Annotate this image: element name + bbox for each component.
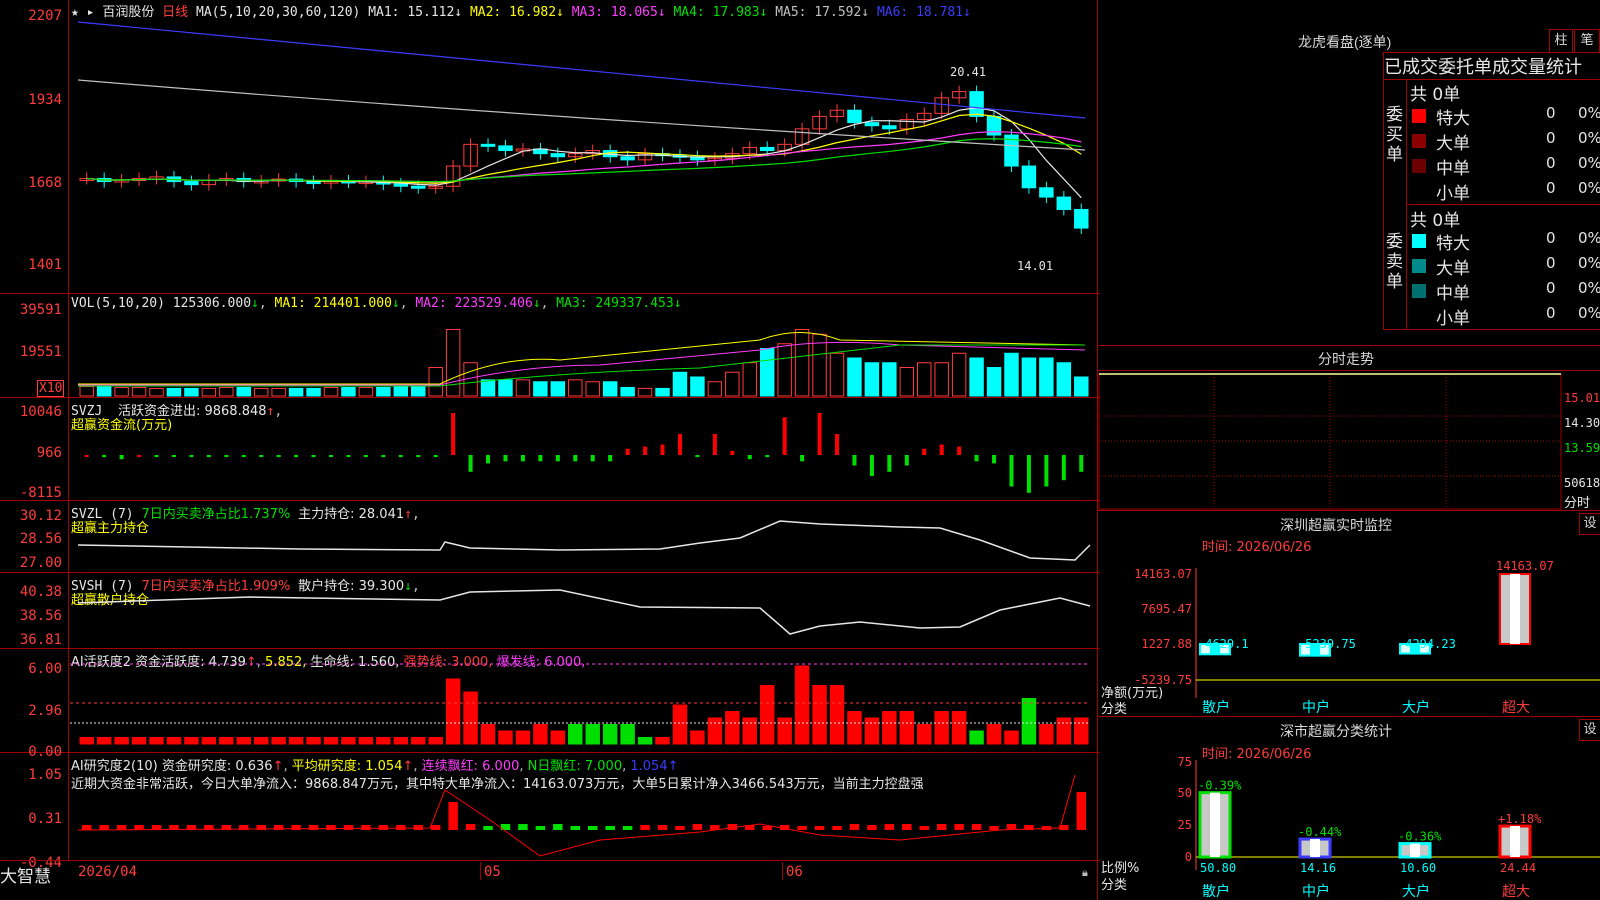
classify-bar-value: 24.44 xyxy=(1500,861,1536,875)
classify-axis-label: 0 xyxy=(1185,850,1192,864)
classify-category: 大户 xyxy=(1402,883,1430,900)
classify-bar-delta: +1.18% xyxy=(1498,812,1542,826)
classify-bar-delta: -0.44% xyxy=(1298,825,1342,839)
classify-bar-delta: -0.39% xyxy=(1198,779,1242,793)
classify-bar-shine xyxy=(1510,826,1520,857)
classify-bar-value: 14.16 xyxy=(1300,861,1336,875)
classify-category: 散户 xyxy=(1202,883,1230,900)
classify-category: 中户 xyxy=(1302,883,1330,900)
classify-bar-value: 10.60 xyxy=(1400,861,1436,875)
classify-bar-shine xyxy=(1310,839,1320,857)
classify-bar-shine xyxy=(1210,792,1220,857)
classify-bar-delta: -0.36% xyxy=(1398,830,1442,844)
classify-bar-shine xyxy=(1410,843,1420,857)
classify-axis-label: 50 xyxy=(1178,786,1192,800)
classify-bar-value: 50.80 xyxy=(1200,861,1236,875)
classify-category: 超大 xyxy=(1502,884,1530,900)
classify-axis-label: 25 xyxy=(1178,818,1192,832)
classify-axis-label: 75 xyxy=(1178,755,1192,769)
classify-xlabel: 分类 xyxy=(1101,878,1128,893)
classify-bar-chart: 75 50 25 0 -0.39% 50.80 散户 -0.44% 14.16 中户 -0.36% 1… xyxy=(1178,755,1600,900)
